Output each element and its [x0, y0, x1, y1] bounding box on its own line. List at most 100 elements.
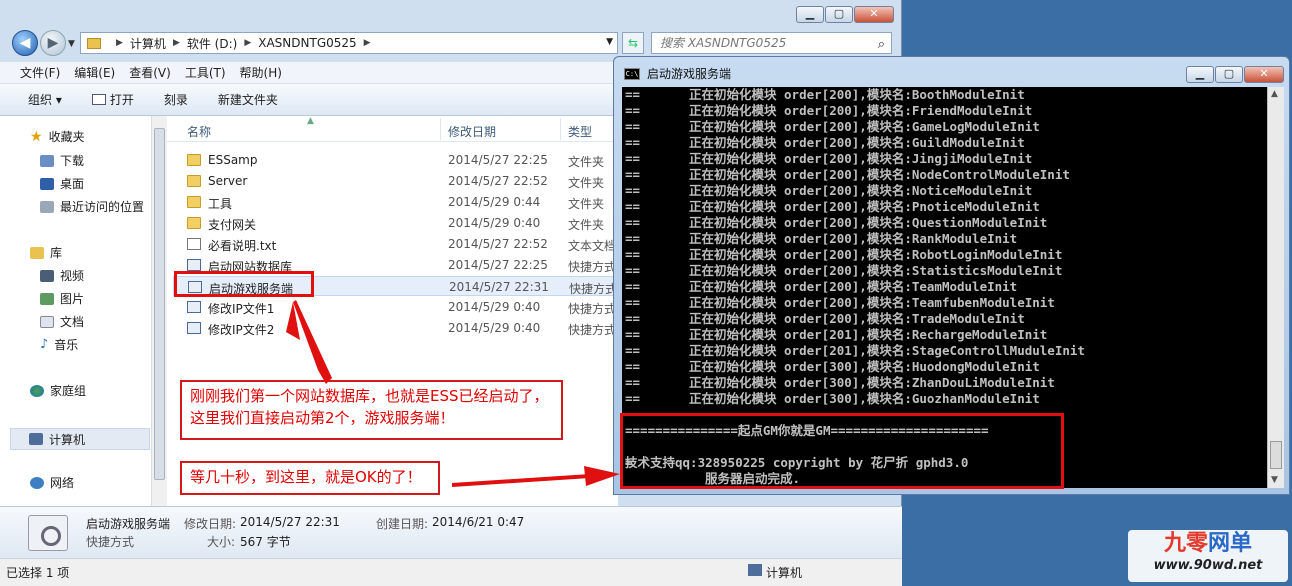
line-prefix: == [625, 247, 641, 262]
scrollbar-thumb[interactable] [154, 128, 165, 480]
address-bar[interactable]: ▶ 计算机 ▶ 软件 (D:) ▶ XASNDNTG0525 ▶ ▼ [80, 32, 618, 54]
breadcrumb-folder[interactable]: XASNDNTG0525 [258, 36, 356, 50]
refresh-button[interactable]: ⇆ [622, 32, 644, 54]
line-prefix: == [625, 359, 641, 374]
init-order: 201 [829, 343, 852, 358]
organize-button[interactable]: 组织 ▾ [28, 91, 62, 108]
minimize-button[interactable]: ▁ [1186, 66, 1214, 83]
navigation-scrollbar[interactable] [151, 116, 167, 506]
init-label: 正在初始化模块 order[ [689, 231, 830, 246]
search-icon[interactable]: ⌕ [878, 35, 885, 55]
breadcrumb-separator-icon[interactable]: ▶ [173, 38, 180, 48]
line-prefix: == [625, 119, 641, 134]
init-text: 正在初始化模块 order[200],模块名:GuildModuleInit [689, 135, 1025, 151]
menu-help[interactable]: 帮助(H) [240, 64, 282, 81]
line-prefix: == [625, 103, 641, 118]
nav-computer[interactable]: 计算机 [10, 428, 150, 450]
scrollbar-thumb[interactable] [1270, 441, 1282, 469]
library-icon [30, 246, 44, 259]
computer-icon [748, 564, 762, 576]
scroll-down-icon[interactable]: ▼ [1271, 475, 1278, 485]
nav-pictures[interactable]: 图片 [40, 290, 84, 307]
nav-libraries[interactable]: 库 [30, 244, 62, 261]
status-selection: 已选择 1 项 [6, 566, 70, 580]
nav-music[interactable]: ♪ 音乐 [40, 336, 78, 353]
open-button[interactable]: 打开 [91, 91, 134, 108]
console-window-controls: ▁ ▢ ✕ [1186, 66, 1284, 83]
shortcut-icon [187, 259, 201, 271]
details-modified: 2014/5/27 22:31 [240, 515, 340, 529]
close-button[interactable]: ✕ [1244, 66, 1284, 83]
new-folder-button[interactable]: 新建文件夹 [218, 91, 278, 108]
search-input[interactable]: 搜索 XASNDNTG0525 ⌕ [651, 32, 892, 54]
burn-button[interactable]: 刻录 [164, 91, 188, 108]
init-text: 正在初始化模块 order[200],模块名:RobotLoginModuleI… [689, 247, 1062, 263]
file-row[interactable]: ESSamp 2014/5/27 22:25 文件夹 [173, 150, 618, 170]
maximize-button[interactable]: ▢ [825, 6, 853, 23]
file-type: 文件夹 [568, 176, 605, 190]
breadcrumb-separator-icon[interactable]: ▶ [244, 38, 251, 48]
init-order: 200 [829, 263, 852, 278]
file-row[interactable]: 修改IP文件2 2014/5/29 0:40 快捷方式 [173, 318, 618, 338]
file-row[interactable]: 支付网关 2014/5/29 0:40 文件夹 [173, 213, 618, 233]
file-row[interactable]: 修改IP文件1 2014/5/29 0:40 快捷方式 [173, 297, 618, 317]
close-button[interactable]: ✕ [854, 6, 894, 23]
nav-downloads[interactable]: 下载 [40, 152, 84, 169]
network-icon [30, 476, 44, 489]
maximize-button[interactable]: ▢ [1215, 66, 1243, 83]
nav-desktop[interactable]: 桌面 [40, 175, 84, 192]
column-divider[interactable] [560, 118, 561, 140]
recent-pages-dropdown-icon[interactable]: ▼ [68, 39, 75, 49]
init-module: JingjiModuleInit [911, 151, 1033, 166]
file-date: 2014/5/27 22:31 [449, 280, 549, 294]
init-module: NoticeModuleInit [911, 183, 1033, 198]
file-row[interactable]: 必看说明.txt 2014/5/27 22:52 文本文档 [173, 234, 618, 254]
column-type[interactable]: 类型 [568, 123, 592, 140]
breadcrumb-computer[interactable]: 计算机 [130, 35, 166, 52]
nav-network[interactable]: 网络 [30, 474, 74, 491]
column-divider[interactable] [440, 118, 441, 140]
init-module: StageControllMuduleInit [911, 343, 1085, 358]
init-module: ZhanDouLiModuleInit [911, 375, 1055, 390]
init-module: TradeModuleInit [911, 311, 1025, 326]
address-dropdown-icon[interactable]: ▼ [606, 37, 613, 47]
init-order: 200 [829, 279, 852, 294]
breadcrumb-drive[interactable]: 软件 (D:) [187, 35, 237, 52]
nav-documents[interactable]: 文档 [40, 313, 84, 330]
breadcrumb-separator-icon[interactable]: ▶ [116, 38, 123, 48]
scroll-up-icon[interactable]: ▲ [1271, 89, 1278, 99]
console-scrollbar[interactable]: ▲ ▼ [1267, 87, 1284, 488]
init-mid: ],模块名: [851, 215, 912, 230]
file-name: ESSamp [208, 153, 258, 167]
init-module: TeamModuleInit [911, 279, 1018, 294]
init-label: 正在初始化模块 order[ [689, 375, 830, 390]
line-prefix: == [625, 167, 641, 182]
init-module: QuestionModuleInit [911, 215, 1048, 230]
line-prefix: == [625, 135, 641, 150]
minimize-button[interactable]: ▁ [796, 6, 824, 23]
menu-view[interactable]: 查看(V) [129, 64, 171, 81]
file-name: 修改IP文件2 [208, 323, 275, 337]
sort-arrow-icon: ▲ [307, 116, 314, 126]
column-name[interactable]: 名称 [187, 123, 211, 140]
init-text: 正在初始化模块 order[200],模块名:FriendModuleInit [689, 103, 1032, 119]
menu-file[interactable]: 文件(F) [20, 64, 60, 81]
nav-videos[interactable]: 视频 [40, 267, 84, 284]
file-row[interactable]: Server 2014/5/27 22:52 文件夹 [173, 171, 618, 191]
nav-label: 计算机 [49, 432, 86, 447]
video-icon [40, 269, 54, 282]
details-type: 快捷方式 [86, 535, 135, 549]
file-row[interactable]: 工具 2014/5/29 0:44 文件夹 [173, 192, 618, 212]
nav-recent[interactable]: 最近访问的位置 [40, 198, 144, 215]
back-button[interactable]: ◀ [12, 30, 38, 56]
nav-homegroup[interactable]: 家庭组 [30, 382, 86, 399]
line-prefix: == [625, 343, 641, 358]
nav-favorites[interactable]: ★ 收藏夹 [30, 128, 85, 145]
column-date[interactable]: 修改日期 [448, 123, 496, 140]
menu-tools[interactable]: 工具(T) [185, 64, 226, 81]
breadcrumb-separator-icon[interactable]: ▶ [364, 38, 371, 48]
forward-button[interactable]: ▶ [40, 30, 66, 56]
menu-edit[interactable]: 编辑(E) [74, 64, 115, 81]
nav-label: 视频 [60, 269, 85, 283]
picture-icon [40, 292, 54, 305]
